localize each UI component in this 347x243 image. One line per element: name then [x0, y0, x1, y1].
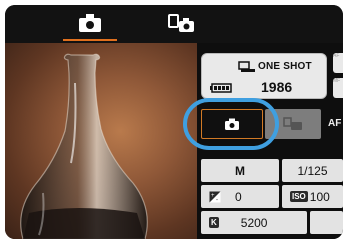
iso-cell[interactable]: ISO 100: [282, 185, 343, 208]
highlight-circle: [183, 98, 279, 150]
af-mode-label: ONE SHOT: [258, 61, 312, 72]
side-af-cards: AF MF: [333, 53, 343, 99]
single-shot-drive-icon: [238, 61, 255, 72]
settings-panel: ONE SHOT 1986 AF MF AF M 1/125 + - 0 ISO…: [183, 43, 343, 239]
af-indicator: AF: [328, 118, 342, 129]
shooting-mode-cell[interactable]: M: [201, 159, 279, 182]
extra-setting-cell[interactable]: [310, 211, 343, 234]
iso-tag: ISO: [290, 191, 308, 202]
shutter-speed-value: 1/125: [297, 163, 328, 178]
af-drive-info-card[interactable]: ONE SHOT 1986: [201, 53, 327, 99]
svg-text:-: -: [216, 197, 218, 203]
tab-bar: [5, 5, 343, 43]
color-temperature-value: 5200: [240, 215, 268, 230]
exposure-compensation-cell[interactable]: + - 0: [201, 185, 279, 208]
svg-text:+: +: [211, 193, 215, 199]
color-temperature-cell[interactable]: K 5200: [201, 211, 307, 234]
battery-icon: [210, 83, 232, 93]
active-tab-indicator: [63, 39, 117, 41]
side-card-mf[interactable]: MF: [333, 78, 343, 98]
shooting-mode-value: M: [235, 163, 245, 178]
glass-decanter-photo: [20, 53, 148, 239]
white-balance-tag: K: [209, 217, 219, 228]
camera-icon: [79, 14, 101, 32]
shutter-speed-cell[interactable]: 1/125: [282, 159, 343, 182]
tab-movie[interactable]: [145, 5, 215, 43]
side-card-af[interactable]: AF: [333, 53, 343, 73]
iso-value: 100: [309, 189, 330, 204]
camera-screen: ONE SHOT 1986 AF MF AF M 1/125 + - 0 ISO…: [5, 5, 343, 239]
movie-camera-icon: [283, 117, 302, 130]
tab-still-photo[interactable]: [55, 5, 125, 43]
shots-remaining: 1986: [261, 79, 293, 95]
exposure-compensation-icon: + -: [209, 191, 221, 203]
exposure-compensation-value: 0: [235, 189, 242, 204]
live-view-image: [5, 43, 197, 239]
movie-camera-icon: [168, 14, 194, 32]
